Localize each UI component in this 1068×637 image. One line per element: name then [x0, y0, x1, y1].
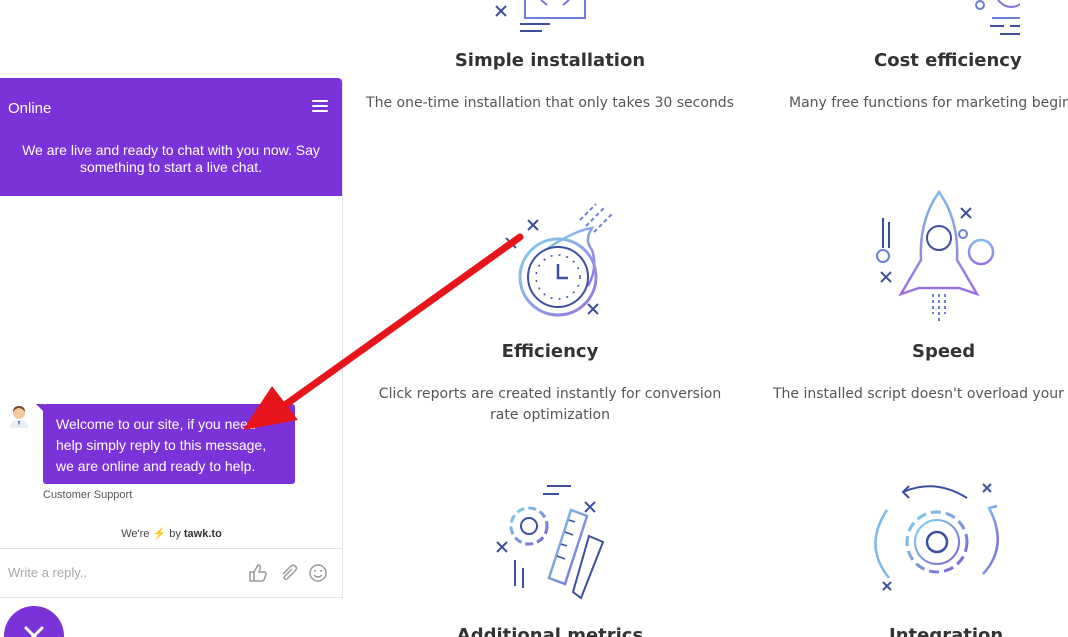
lightning-icon: ⚡ [152, 528, 167, 540]
feature-speed: Speed The installed script doesn't overl… [760, 190, 1068, 405]
feature-description: Many free functions for marketing beginn… [789, 95, 1068, 111]
chat-header: Online We are live and ready to chat wit… [0, 78, 342, 196]
gear-ruler-pen-icon [496, 485, 605, 600]
piggy-bank-icon [975, 0, 1020, 35]
feature-efficiency: Efficiency Click reports are created ins… [360, 190, 740, 426]
message-sender: Customer Support [43, 489, 133, 501]
thumbs-up-icon[interactable] [248, 563, 268, 583]
feature-title: Simple installation [454, 50, 646, 71]
feature-integration: Integration [760, 480, 1068, 637]
agent-avatar-icon [10, 406, 28, 428]
feature-title: Integration [889, 625, 1004, 637]
powered-by-word: by [169, 528, 181, 540]
feature-additional-metrics: Additional metrics [360, 480, 740, 637]
tawk-brand[interactable]: tawk.to [184, 528, 222, 540]
feature-title: Speed [912, 341, 976, 362]
feature-title: Additional metrics [456, 625, 644, 637]
clock-comet-icon [505, 203, 613, 317]
chat-message-bubble: Welcome to our site, if you need help si… [36, 404, 295, 484]
powered-by[interactable]: We're ⚡ by tawk.to [0, 527, 343, 540]
feature-description: The one-time installation that only take… [366, 95, 734, 111]
feature-cost-efficiency: Cost efficiency Many free functions for … [760, 0, 1068, 114]
chat-intro-text: We are live and ready to chat with you n… [22, 142, 320, 175]
emoji-icon[interactable] [308, 563, 328, 583]
powered-prefix: We're [121, 528, 150, 540]
paperclip-icon[interactable] [278, 563, 298, 583]
close-icon [24, 626, 44, 637]
gear-cycle-icon [874, 483, 999, 591]
reply-input[interactable] [8, 565, 228, 580]
feature-description: Click reports are created instantly for … [378, 386, 722, 423]
hamburger-menu-icon[interactable] [312, 100, 328, 114]
feature-simple-installation: Simple installation The one-time install… [360, 0, 740, 114]
rocket-icon [876, 190, 995, 322]
feature-description: The installed script doesn't overload yo… [773, 386, 1068, 402]
chat-widget: Online We are live and ready to chat wit… [0, 78, 343, 598]
chat-close-button[interactable] [4, 606, 64, 637]
feature-title: Efficiency [501, 341, 599, 362]
chat-input-bar [0, 548, 343, 598]
chat-status: Online [8, 100, 52, 117]
feature-title: Cost efficiency [874, 50, 1022, 71]
code-monitor-icon [495, 0, 586, 32]
